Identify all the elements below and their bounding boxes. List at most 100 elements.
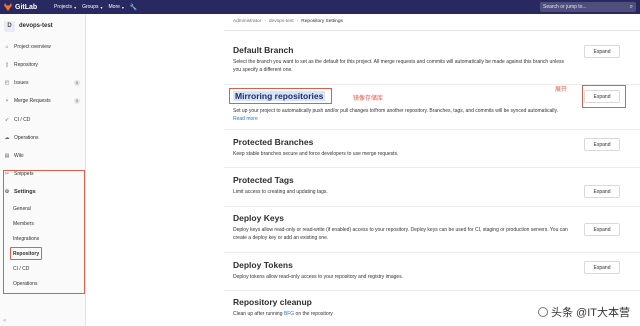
cleanup-desc-suffix: on the repository bbox=[295, 311, 333, 317]
section-divider bbox=[224, 167, 640, 168]
section-description: Limit access to creating and updating ta… bbox=[233, 189, 328, 195]
sidebar-item-label: Project overview bbox=[14, 44, 51, 50]
sidebar-item-operations[interactable]: ☁ Operations bbox=[0, 132, 86, 144]
nav-more-label: More bbox=[108, 4, 120, 10]
expand-deploy-keys-button[interactable]: Expand bbox=[584, 223, 620, 236]
section-description: Set up your project to automatically pus… bbox=[233, 108, 568, 123]
section-default-branch: Default Branch Select the branch you wan… bbox=[233, 45, 633, 74]
section-description: Keep stable branches secure and force de… bbox=[233, 151, 399, 157]
sidebar-item-issues[interactable]: ◰ Issues 0 bbox=[0, 77, 86, 89]
sidebar-item-project-overview[interactable]: ⌂ Project overview bbox=[0, 41, 86, 53]
sidebar-subitem-general[interactable]: General bbox=[13, 204, 31, 214]
sidebar-project-header[interactable]: D devops-test bbox=[0, 14, 85, 38]
mirroring-description-text: Set up your project to automatically pus… bbox=[233, 108, 558, 114]
section-description: Deploy tokens allow read-only access to … bbox=[233, 274, 404, 280]
nav-projects[interactable]: Projects ▾ bbox=[54, 4, 76, 10]
expand-protected-branches-button[interactable]: Expand bbox=[584, 138, 620, 151]
expand-annotation-text: 展开 bbox=[555, 87, 568, 93]
nav-groups-label: Groups bbox=[82, 4, 99, 10]
sidebar-item-label: CI / CD bbox=[14, 117, 31, 123]
issues-count-badge: 0 bbox=[73, 80, 80, 86]
nav-groups[interactable]: Groups ▾ bbox=[82, 4, 102, 10]
section-title: Deploy Tokens bbox=[233, 260, 293, 270]
merge-request-icon: ⑂ bbox=[5, 98, 9, 104]
section-divider bbox=[224, 206, 640, 207]
section-description: Select the branch you want to set as the… bbox=[233, 59, 565, 73]
sidebar-item-label: Merge Requests bbox=[14, 98, 51, 104]
sidebar-item-settings[interactable]: ⚙ Settings bbox=[0, 186, 86, 198]
watermark-text: 头条 @IT大本营 bbox=[551, 307, 630, 319]
section-protected-branches: Protected Branches Keep stable branches … bbox=[233, 137, 633, 159]
book-icon: ▤ bbox=[4, 153, 10, 159]
gitlab-tanuki-icon bbox=[4, 3, 12, 11]
section-divider bbox=[224, 129, 640, 130]
chevron-right-icon: › bbox=[296, 19, 299, 24]
search-input[interactable]: Search or jump to... ⌕ bbox=[540, 2, 636, 12]
watermark-logo-icon bbox=[538, 307, 548, 317]
mirror-annotation-text: 镜像存储库 bbox=[353, 96, 384, 102]
issues-icon: ◰ bbox=[4, 80, 10, 86]
project-name: devops-test bbox=[19, 23, 53, 29]
section-protected-tags: Protected Tags Limit access to creating … bbox=[233, 175, 633, 197]
section-description: Deploy keys allow read-only or read-writ… bbox=[233, 227, 568, 241]
sidebar-item-merge-requests[interactable]: ⑂ Merge Requests 0 bbox=[0, 95, 86, 107]
section-deploy-keys: Deploy Keys Deploy keys allow read-only … bbox=[233, 213, 633, 242]
gitlab-logo[interactable]: GitLab bbox=[4, 3, 48, 11]
section-deploy-tokens: Deploy Tokens Deploy tokens allow read-o… bbox=[233, 260, 633, 282]
expand-deploy-tokens-button[interactable]: Expand bbox=[584, 261, 620, 274]
sidebar-item-label: Repository bbox=[14, 62, 38, 68]
sidebar-item-label: Wiki bbox=[14, 153, 24, 159]
sidebar-subitem-operations[interactable]: Operations bbox=[13, 279, 37, 289]
sidebar-item-label: Settings bbox=[14, 189, 36, 195]
section-title: Default Branch bbox=[233, 45, 294, 55]
home-icon: ⌂ bbox=[5, 44, 9, 50]
chevron-down-icon: ▾ bbox=[74, 4, 77, 10]
top-navbar: GitLab Projects ▾ Groups ▾ More ▾ 🔧 Search … bbox=[0, 0, 640, 14]
chevron-right-icon: › bbox=[264, 19, 266, 24]
search-placeholder: Search or jump to... bbox=[543, 4, 587, 10]
sidebar-item-wiki[interactable]: ▤ Wiki bbox=[0, 150, 86, 162]
expand-mirroring-button[interactable]: Expand bbox=[584, 90, 620, 103]
section-title: Protected Branches bbox=[233, 137, 314, 147]
section-description: Clean up after running BFG on the reposi… bbox=[233, 311, 568, 319]
sidebar-subitem-members[interactable]: Members bbox=[13, 219, 34, 229]
document-icon: ▯ bbox=[5, 62, 9, 68]
breadcrumb: Administrator › devops-test › Repository… bbox=[233, 19, 343, 24]
breadcrumb-divider bbox=[224, 30, 640, 31]
sidebar-item-label: Issues bbox=[14, 80, 29, 86]
section-mirroring-repositories: Set up your project to automatically pus… bbox=[233, 108, 633, 123]
nav-projects-label: Projects bbox=[54, 4, 73, 10]
rocket-icon: ➶ bbox=[4, 117, 10, 123]
expand-default-branch-button[interactable]: Expand bbox=[584, 45, 620, 58]
collapse-sidebar-icon[interactable]: « bbox=[3, 318, 6, 324]
cloud-icon: ☁ bbox=[4, 135, 10, 141]
gear-icon: ⚙ bbox=[4, 189, 10, 195]
section-divider bbox=[224, 84, 640, 85]
sidebar-item-label: Operations bbox=[14, 135, 39, 141]
sidebar-item-repository[interactable]: ▯ Repository bbox=[0, 59, 86, 71]
nav-more[interactable]: More ▾ bbox=[109, 4, 124, 10]
breadcrumb-current[interactable]: Repository Settings bbox=[301, 19, 343, 24]
merge-requests-count-badge: 0 bbox=[73, 98, 80, 104]
search-icon: ⌕ bbox=[629, 3, 633, 10]
sidebar-subitem-repository[interactable]: Repository bbox=[13, 249, 39, 259]
chevron-down-icon: ▾ bbox=[100, 4, 103, 10]
project-avatar: D bbox=[4, 20, 15, 32]
expand-protected-tags-button[interactable]: Expand bbox=[584, 185, 620, 198]
sidebar-subitem-integrations[interactable]: Integrations bbox=[13, 234, 39, 244]
cleanup-desc-prefix: Clean up after running bbox=[233, 311, 283, 317]
logo-text: GitLab bbox=[15, 3, 38, 11]
section-divider bbox=[224, 252, 640, 253]
section-title: Protected Tags bbox=[233, 175, 294, 185]
section-divider bbox=[224, 290, 640, 291]
section-title: Deploy Keys bbox=[233, 213, 285, 223]
breadcrumb-administrator[interactable]: Administrator bbox=[233, 19, 261, 24]
sidebar-item-ci-cd[interactable]: ➶ CI / CD bbox=[0, 114, 86, 126]
read-more-link[interactable]: Read more bbox=[233, 116, 258, 122]
breadcrumb-project[interactable]: devops-test bbox=[269, 19, 294, 24]
admin-wrench-icon[interactable]: 🔧 bbox=[130, 4, 137, 11]
bfg-link[interactable]: BFG bbox=[284, 311, 294, 317]
watermark: 头条 @IT大本营 bbox=[538, 304, 630, 320]
chevron-down-icon: ▾ bbox=[121, 4, 124, 10]
sidebar-subitem-ci-cd[interactable]: CI / CD bbox=[13, 264, 29, 274]
